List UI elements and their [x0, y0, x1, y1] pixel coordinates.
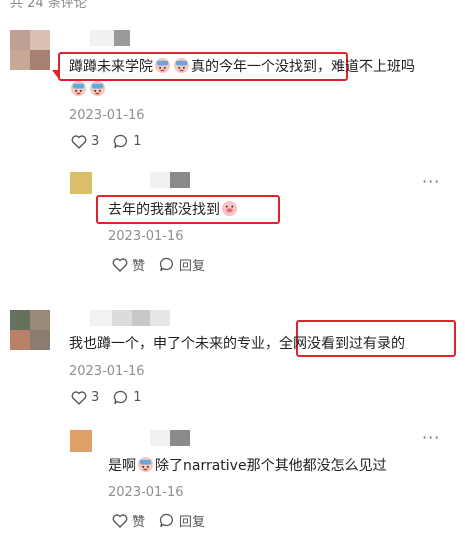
- reply-text: 是啊 除了narrative那个其他都没怎么见过: [108, 455, 387, 477]
- reply-button[interactable]: 1: [113, 134, 142, 149]
- avatar[interactable]: [10, 310, 50, 350]
- crying-emoji-icon: [70, 80, 87, 97]
- crying-emoji-icon: [89, 80, 106, 97]
- username-blurred[interactable]: [90, 30, 130, 46]
- reply-button[interactable]: 回复: [159, 255, 205, 274]
- crying-emoji-icon: [137, 456, 154, 473]
- like-count: 3: [91, 134, 100, 149]
- more-options-icon[interactable]: ···: [422, 428, 440, 447]
- like-button[interactable]: 赞: [112, 511, 145, 530]
- avatar[interactable]: [70, 430, 92, 452]
- crying-emoji-icon: [154, 57, 171, 74]
- reply-text-part: 去年的我都没找到: [108, 202, 220, 218]
- comment-actions: 3 1: [71, 134, 156, 149]
- reply-count: 1: [133, 390, 142, 405]
- like-button[interactable]: 3: [71, 134, 99, 149]
- reply-text-part: 除了narrative那个其他都没怎么见过: [155, 458, 387, 474]
- like-label: 赞: [132, 515, 146, 530]
- reply-label: 回复: [179, 259, 206, 274]
- heart-icon: [112, 513, 128, 528]
- comment-text-part: 真的今年一个没找到，难道不上班吗: [191, 59, 415, 75]
- reply-actions: 赞 回复: [112, 511, 219, 530]
- reply-count: 1: [133, 134, 142, 149]
- avatar[interactable]: [10, 30, 50, 70]
- comment-highlight-text: 全网没看到过有录的: [279, 336, 405, 352]
- avatar[interactable]: [70, 172, 92, 194]
- like-button[interactable]: 赞: [112, 255, 145, 274]
- comment-date: 2023-01-16: [69, 108, 145, 123]
- comment-text: 蹲蹲未来学院 真的今年一个没找到，难道不上班吗: [69, 56, 415, 78]
- username-blurred[interactable]: [150, 430, 190, 446]
- reply-date: 2023-01-16: [108, 229, 184, 244]
- heart-icon: [112, 257, 128, 272]
- comment-bubble-icon: [159, 257, 174, 272]
- more-options-icon[interactable]: ···: [422, 172, 440, 191]
- like-label: 赞: [132, 259, 146, 274]
- username-blurred[interactable]: [150, 172, 190, 188]
- comment-bubble-icon: [114, 134, 128, 149]
- comment-actions: 3 1: [71, 390, 156, 405]
- emoji-row: [69, 79, 107, 98]
- crying-emoji-icon: [173, 57, 190, 74]
- reply-actions: 赞 回复: [112, 255, 219, 274]
- pig-emoji-icon: [221, 200, 238, 217]
- reply-date: 2023-01-16: [108, 485, 184, 500]
- reply-text-part: 是啊: [108, 458, 136, 474]
- comment-bubble-icon: [159, 513, 174, 528]
- comment-count-header: 共 24 条评论: [10, 0, 87, 11]
- like-button[interactable]: 3: [71, 390, 99, 405]
- comment-text: 我也蹲一个，申了个未来的专业，全网没看到过有录的: [69, 333, 405, 355]
- reply-label: 回复: [179, 515, 206, 530]
- highlight-marker: [52, 70, 58, 78]
- heart-icon: [71, 390, 87, 405]
- comment-text-part: 我也蹲一个，申了个未来的专业，: [69, 336, 279, 352]
- username-blurred[interactable]: [90, 310, 170, 326]
- comment-bubble-icon: [114, 390, 128, 405]
- reply-text: 去年的我都没找到: [108, 199, 239, 221]
- comment-text-part: 蹲蹲未来学院: [69, 59, 153, 75]
- comment-date: 2023-01-16: [69, 364, 145, 379]
- like-count: 3: [91, 390, 100, 405]
- reply-button[interactable]: 1: [113, 390, 142, 405]
- reply-button[interactable]: 回复: [159, 511, 205, 530]
- heart-icon: [71, 134, 87, 149]
